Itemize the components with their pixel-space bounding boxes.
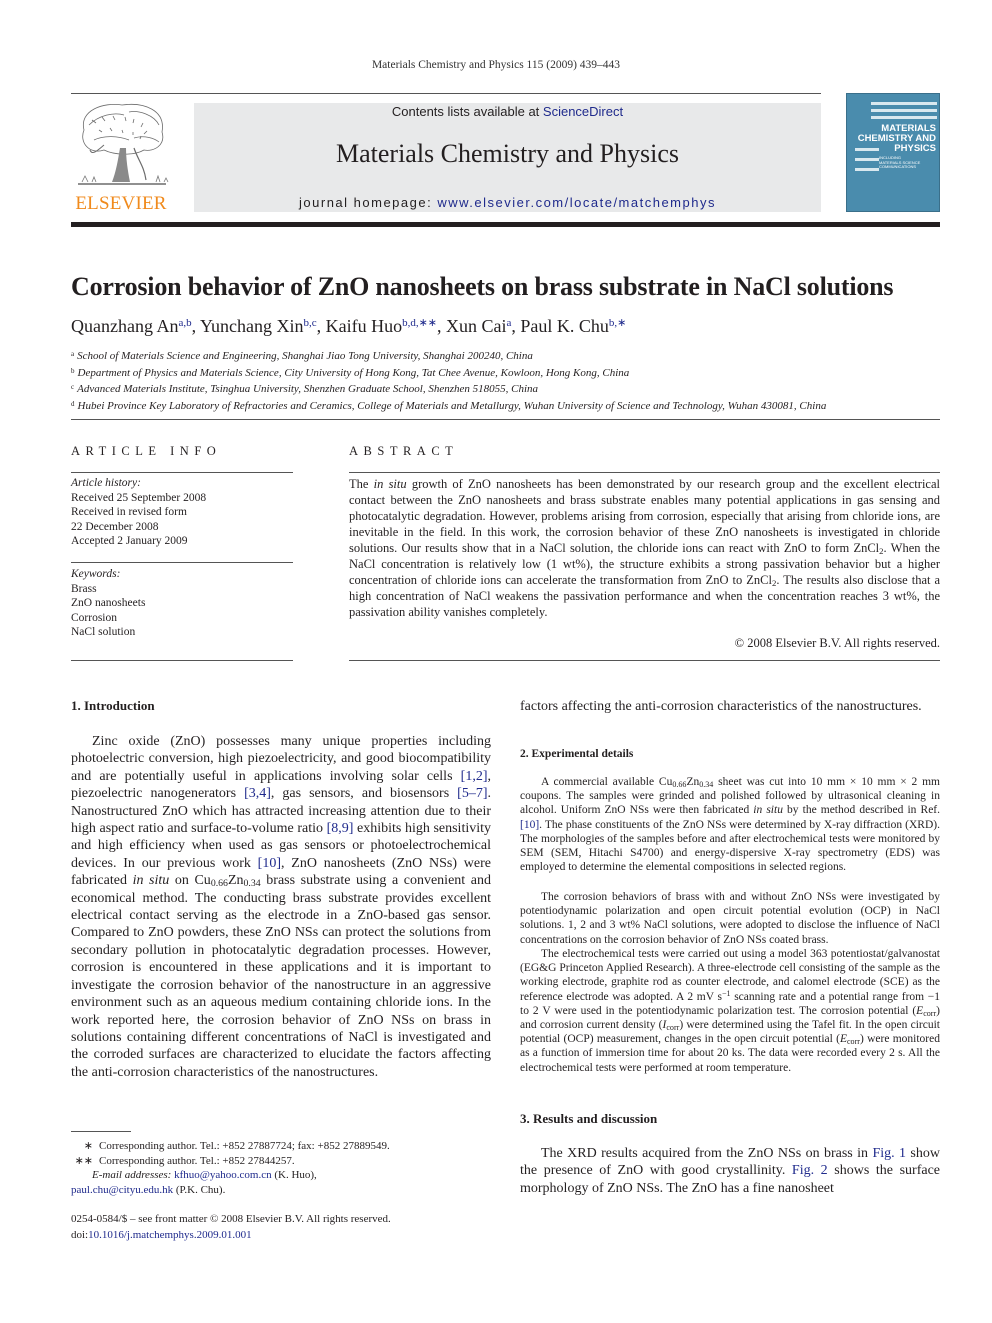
doi: doi:10.1016/j.matchemphys.2009.01.001 <box>71 1229 252 1241</box>
footnote: ∗∗ Corresponding author. Tel.: +852 27844… <box>74 1154 295 1167</box>
figure-link[interactable]: Fig. 1 <box>872 1146 906 1161</box>
citation-link[interactable]: [8,9] <box>327 821 354 836</box>
article-history: Article history: Received 25 September 2… <box>71 477 207 547</box>
contents-line: Contents lists available at ScienceDirec… <box>194 103 821 119</box>
keyword: Corrosion <box>71 611 117 624</box>
front-matter: 0254-0584/$ – see front matter © 2008 El… <box>71 1213 391 1241</box>
citation-link[interactable]: [5–7] <box>457 786 487 801</box>
affiliation: c Advanced Materials Institute, Tsinghua … <box>71 383 539 395</box>
citation-link[interactable]: [3,4] <box>244 786 271 801</box>
section-heading-introduction: 1. Introduction <box>71 698 155 713</box>
keyword: NaCl solution <box>71 626 136 638</box>
cover-subtitle: INCLUDING MATERIALS SCIENCE COMMUNICATIO… <box>879 155 921 169</box>
divider <box>349 660 940 661</box>
doi-link[interactable]: 10.1016/j.matchemphys.2009.01.001 <box>88 1229 251 1241</box>
experimental-paragraph: The electrochemical tests were carried o… <box>520 948 941 1074</box>
journal-masthead: Contents lists available at ScienceDirec… <box>194 103 821 212</box>
section-heading-results: 3. Results and discussion <box>520 1111 658 1126</box>
cover-stripe <box>871 102 937 105</box>
header-rule <box>71 93 821 94</box>
abstract-text: The in situ growth of ZnO nanosheets has… <box>349 477 941 619</box>
running-head: Materials Chemistry and Physics 115 (200… <box>371 59 621 71</box>
elsevier-tree-icon <box>78 104 169 185</box>
keywords: Keywords: Brass ZnO nanosheets Corrosion… <box>71 567 293 640</box>
divider <box>71 562 293 563</box>
footnote: ∗ Corresponding author. Tel.: +852 278877… <box>83 1140 390 1152</box>
elsevier-wordmark: ELSEVIER <box>75 193 167 214</box>
figure-link[interactable]: Fig. 2 <box>792 1163 828 1178</box>
introduction-text-col1: Zinc oxide (ZnO) possesses many unique p… <box>71 734 491 1080</box>
introduction-text-col2: factors affecting the anti-corrosion cha… <box>520 699 922 714</box>
divider <box>71 660 293 661</box>
cover-stripe <box>855 158 879 161</box>
affiliations: a School of Materials Science and Enginee… <box>71 347 826 413</box>
sciencedirect-link[interactable]: ScienceDirect <box>543 104 623 119</box>
cover-stripe <box>871 116 937 119</box>
affiliation: b Department of Physics and Materials Sci… <box>71 366 630 379</box>
divider <box>71 472 293 473</box>
elsevier-logo[interactable]: ELSEVIER <box>70 100 172 215</box>
experimental-paragraph: A commercial available Cu0.66Zn0.34 shee… <box>520 776 940 874</box>
footnote-rule <box>71 1131 131 1132</box>
journal-cover[interactable]: MATERIALS CHEMISTRY AND PHYSICS INCLUDIN… <box>846 93 940 212</box>
author[interactable]: Paul K. Chub,∗ <box>520 316 626 336</box>
affiliation: a School of Materials Science and Enginee… <box>71 350 533 362</box>
author[interactable]: Yunchang Xinb,c <box>200 316 317 336</box>
masthead-rule <box>71 222 940 227</box>
affiliations-rule <box>71 419 940 420</box>
email-addresses: E-mail addresses: kfhuo@yahoo.com.cn (K.… <box>92 1169 317 1181</box>
author[interactable]: Xun Caia <box>446 316 511 336</box>
homepage-link[interactable]: www.elsevier.com/locate/matchemphys <box>437 195 716 210</box>
article-info-heading: ARTICLE INFO <box>71 444 222 458</box>
abstract-heading: ABSTRACT <box>349 444 459 458</box>
contents-prefix: Contents lists available at <box>391 104 543 119</box>
article-title: Corrosion behavior of ZnO nanosheets on … <box>71 272 894 301</box>
affiliation: d Hubei Province Key Laboratory of Refrac… <box>71 399 827 412</box>
section-heading-experimental: 2. Experimental details <box>520 748 634 760</box>
cover-stripe <box>855 168 879 171</box>
author[interactable]: Kaifu Huob,d,∗∗ <box>326 316 437 336</box>
citation-link[interactable]: [10] <box>258 856 281 871</box>
keyword: Brass <box>71 582 97 595</box>
author-list: Quanzhang Ana,b, Yunchang Xinb,c, Kaifu … <box>71 316 627 336</box>
journal-name: Materials Chemistry and Physics <box>335 139 679 168</box>
cover-stripe <box>871 109 937 112</box>
email-link[interactable]: kfhuo@yahoo.com.cn <box>174 1169 272 1181</box>
homepage-label: journal homepage: <box>299 195 438 210</box>
divider <box>349 472 940 473</box>
experimental-paragraph: The corrosion behaviors of brass with an… <box>520 891 940 946</box>
cover-stripe <box>855 148 879 151</box>
email-link[interactable]: paul.chu@cityu.edu.hk <box>71 1184 173 1196</box>
results-paragraph: The XRD results acquired from the ZnO NS… <box>520 1146 940 1196</box>
journal-homepage: journal homepage: www.elsevier.com/locat… <box>194 195 821 210</box>
abstract-copyright: © 2008 Elsevier B.V. All rights reserved… <box>734 636 940 650</box>
email-addresses-cont: paul.chu@cityu.edu.hk (P.K. Chu). <box>71 1183 226 1196</box>
author[interactable]: Quanzhang Ana,b <box>71 316 192 336</box>
citation-link[interactable]: [1,2] <box>461 769 488 784</box>
footnotes: ∗ Corresponding author. Tel.: +852 278877… <box>71 1139 501 1197</box>
citation-link[interactable]: [10] <box>520 819 539 831</box>
keyword: ZnO nanosheets <box>71 597 146 609</box>
